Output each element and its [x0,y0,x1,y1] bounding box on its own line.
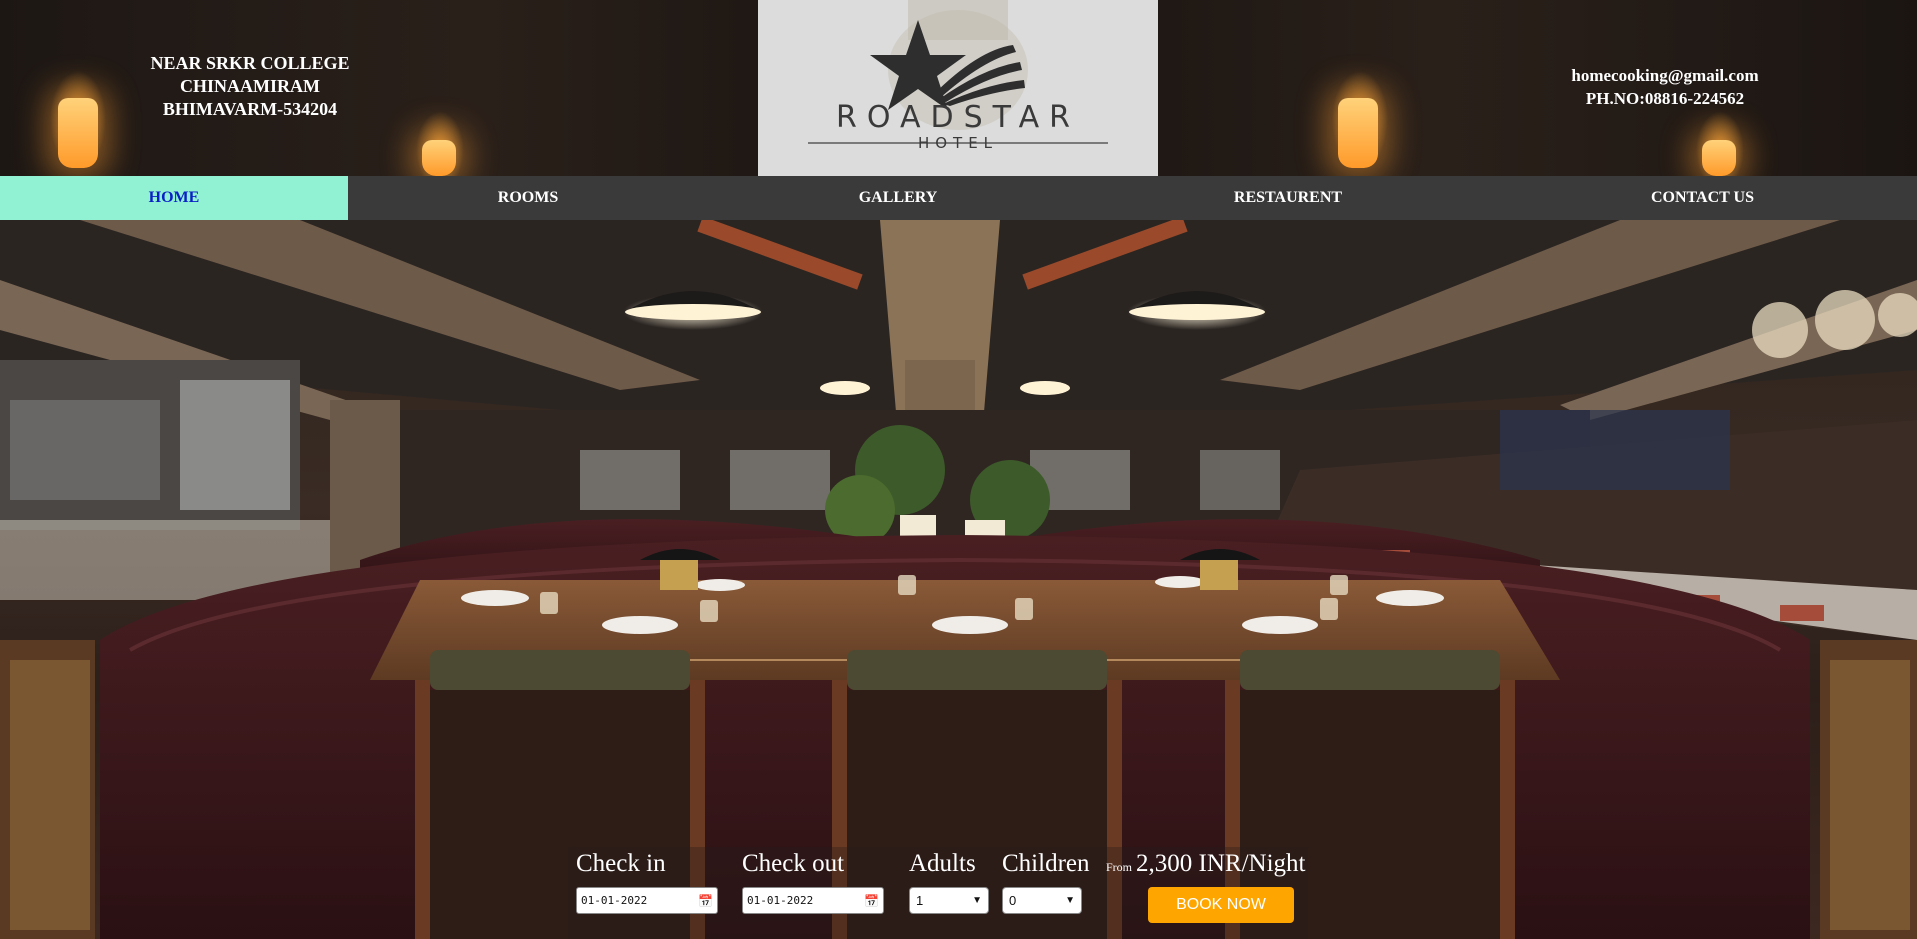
nav-home[interactable]: HOME [0,176,348,220]
checkin-date-input[interactable]: 01-01-2022 📅 [576,887,718,914]
logo-subtitle: HOTEL [917,134,999,152]
pendant-lamp-image [58,98,98,168]
book-now-button[interactable]: BOOK NOW [1148,887,1294,923]
calendar-icon[interactable]: 📅 [698,894,713,908]
pendant-lamp-image [422,140,456,176]
price-from-label: From [1106,860,1133,874]
restaurant-interior-illustration [0,220,1917,939]
nav-rooms[interactable]: ROOMS [348,176,708,220]
children-field: Children 0 ▼ [1002,847,1090,914]
address-line: NEAR SRKR COLLEGE [150,53,350,73]
address-line: BHIMAVARM-534204 [162,99,338,119]
adults-field: Adults 1 ▼ [909,847,989,914]
checkout-label: Check out [742,850,845,877]
pendant-lamp-image [1702,140,1736,176]
contact-phone: PH.NO:08816-224562 [1585,89,1745,108]
hotel-contact: homecooking@gmail.com PH.NO:08816-224562 [1520,64,1810,110]
adults-label: Adults [909,850,976,877]
children-value: 0 [1009,893,1017,908]
address-line: CHINAAMIRAM [180,76,320,96]
hotel-address: NEAR SRKR COLLEGE CHINAAMIRAM BHIMAVARM-… [110,52,390,121]
adults-select[interactable]: 1 ▼ [909,887,989,914]
booking-form: Check in 01-01-2022 📅 Check out 01-01-20… [568,847,1308,939]
logo-wordmark: ROADSTAR [836,100,1080,135]
price-amount: 2,300 INR/Night [1136,850,1306,877]
children-label: Children [1002,850,1090,877]
checkout-field: Check out 01-01-2022 📅 [742,847,884,914]
nav-contact-us[interactable]: CONTACT US [1488,176,1917,220]
calendar-icon[interactable]: 📅 [864,894,879,908]
adults-value: 1 [916,893,924,908]
nav-restaurent[interactable]: RESTAURENT [1088,176,1488,220]
site-header: NEAR SRKR COLLEGE CHINAAMIRAM BHIMAVARM-… [0,0,1917,176]
checkin-field: Check in 01-01-2022 📅 [576,847,718,914]
contact-email: homecooking@gmail.com [1571,66,1759,85]
chevron-down-icon: ▼ [972,895,982,906]
checkout-date-value: 01-01-2022 [747,894,814,907]
checkin-date-value: 01-01-2022 [581,894,648,907]
nav-gallery[interactable]: GALLERY [708,176,1088,220]
checkin-label: Check in [576,850,666,877]
pendant-lamp-image [1338,98,1378,168]
chevron-down-icon: ▼ [1065,895,1075,906]
main-nav: HOME ROOMS GALLERY RESTAURENT CONTACT US [0,176,1917,220]
children-select[interactable]: 0 ▼ [1002,887,1082,914]
hero-restaurant-image [0,220,1917,939]
checkout-date-input[interactable]: 01-01-2022 📅 [742,887,884,914]
hotel-logo[interactable]: ROADSTAR HOTEL [758,0,1158,176]
price-display: From 2,300 INR/Night [1106,847,1305,881]
